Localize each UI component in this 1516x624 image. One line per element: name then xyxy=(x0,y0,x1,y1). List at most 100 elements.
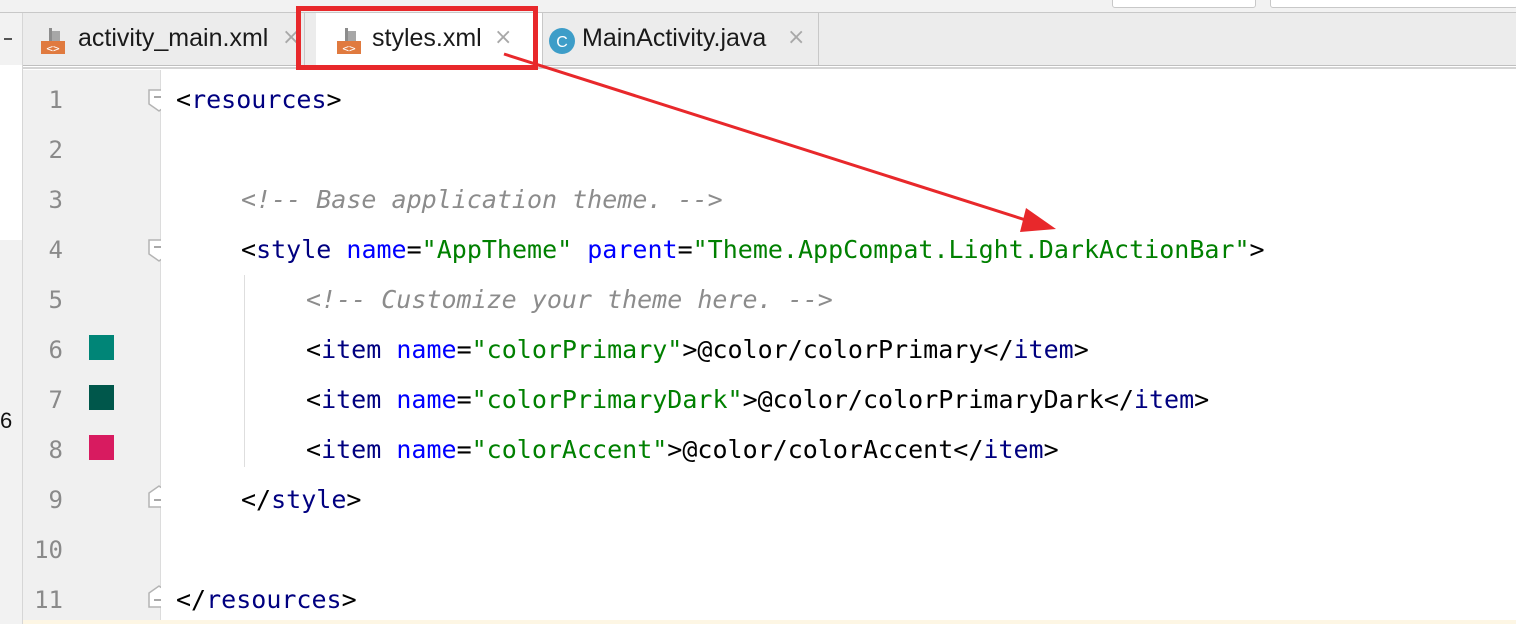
tag-name: resources xyxy=(191,85,327,114)
minimize-icon[interactable] xyxy=(4,38,12,40)
attribute-value: "colorAccent" xyxy=(471,435,668,464)
editor-gutter: 1 2 3 4 5 6 7 8 9 10 11 xyxy=(23,70,170,624)
xml-file-icon: <> xyxy=(41,28,65,55)
tag-name: item xyxy=(1013,335,1074,364)
panel-header xyxy=(0,13,22,65)
tab-label: MainActivity.java xyxy=(582,24,767,52)
top-toolbar-strip xyxy=(0,0,1516,13)
line-number: 1 xyxy=(48,86,63,114)
bracket: > xyxy=(326,85,342,114)
line-number: 10 xyxy=(34,536,63,564)
tab-main-activity-java[interactable]: C MainActivity.java × xyxy=(543,13,819,65)
tab-label: styles.xml xyxy=(372,24,482,52)
java-class-icon: C xyxy=(549,28,575,54)
bracket: < xyxy=(176,85,192,114)
tag-name: style xyxy=(256,235,332,264)
svg-text:<>: <> xyxy=(342,42,356,55)
bracket: > xyxy=(682,335,698,364)
close-icon[interactable]: × xyxy=(282,25,300,50)
bracket: < xyxy=(306,385,322,414)
tag-name: style xyxy=(271,485,347,514)
code-line-7: <item name="colorPrimaryDark">@color/col… xyxy=(306,385,1209,415)
bracket: > xyxy=(1194,385,1210,414)
attribute-name: parent xyxy=(587,235,678,264)
attribute-value: "colorPrimary" xyxy=(471,335,683,364)
bracket: > xyxy=(346,485,362,514)
equals: = xyxy=(677,235,693,264)
tab-styles-xml[interactable]: <> styles.xml × xyxy=(316,13,543,65)
code-line-9: </style> xyxy=(241,485,361,515)
bracket: </ xyxy=(176,585,207,614)
bracket: > xyxy=(742,385,758,414)
color-swatch-primary-dark[interactable] xyxy=(89,385,114,410)
editor-tab-bar: <> activity_main.xml × <> styles.xml × C… xyxy=(23,13,1516,66)
attribute-name: name xyxy=(396,385,457,414)
bracket: > xyxy=(1043,435,1059,464)
attribute-name: name xyxy=(396,335,457,364)
line-number: 5 xyxy=(48,286,63,314)
line-number: 2 xyxy=(48,136,63,164)
tab-activity-main-xml[interactable]: <> activity_main.xml × xyxy=(23,13,305,65)
comment: <!-- Base application theme. --> xyxy=(241,185,723,214)
left-tool-panel: 6 xyxy=(0,13,23,624)
color-swatch-accent[interactable] xyxy=(89,435,114,460)
tag-name: resources xyxy=(206,585,342,614)
toolbar-button[interactable] xyxy=(1270,0,1516,8)
bracket: </ xyxy=(241,485,272,514)
bracket: </ xyxy=(983,335,1014,364)
tab-bar-divider xyxy=(23,67,1516,69)
line-number: 4 xyxy=(48,236,63,264)
equals: = xyxy=(406,235,422,264)
code-line-4: <style name="AppTheme" parent="Theme.App… xyxy=(241,235,1265,265)
tag-name: item xyxy=(321,385,382,414)
bracket: </ xyxy=(953,435,984,464)
bracket: </ xyxy=(1103,385,1134,414)
line-number: 3 xyxy=(48,186,63,214)
code-line-1: <resources> xyxy=(176,85,342,115)
line-number: 9 xyxy=(48,486,63,514)
attribute-value: "Theme.AppCompat.Light.DarkActionBar" xyxy=(692,235,1250,264)
color-swatch-primary[interactable] xyxy=(89,335,114,360)
comment: <!-- Customize your theme here. --> xyxy=(306,285,833,314)
line-number: 11 xyxy=(34,586,63,614)
svg-text:<>: <> xyxy=(46,42,60,55)
attribute-value: "colorPrimaryDark" xyxy=(471,385,743,414)
bracket: < xyxy=(306,435,322,464)
attribute-value: "AppTheme" xyxy=(421,235,573,264)
toolbar-button[interactable] xyxy=(1112,0,1256,8)
equals: = xyxy=(456,335,472,364)
code-line-5: <!-- Customize your theme here. --> xyxy=(306,285,833,315)
code-line-3: <!-- Base application theme. --> xyxy=(241,185,723,215)
line-number: 6 xyxy=(48,336,63,364)
status-strip xyxy=(23,620,1516,624)
tag-name: item xyxy=(321,435,382,464)
tab-label: activity_main.xml xyxy=(78,24,269,52)
bracket: > xyxy=(667,435,683,464)
xml-file-icon: <> xyxy=(337,28,361,55)
equals: = xyxy=(456,385,472,414)
element-text: @color/colorPrimaryDark xyxy=(757,385,1104,414)
attribute-name: name xyxy=(346,235,407,264)
tag-name: item xyxy=(321,335,382,364)
code-line-11: </resources> xyxy=(176,585,357,615)
code-line-6: <item name="colorPrimary">@color/colorPr… xyxy=(306,335,1089,365)
equals: = xyxy=(456,435,472,464)
close-icon[interactable]: × xyxy=(787,25,805,50)
close-icon[interactable]: × xyxy=(494,25,512,50)
bracket: < xyxy=(241,235,257,264)
bracket: < xyxy=(306,335,322,364)
panel-content: 6 xyxy=(0,240,22,624)
tag-name: item xyxy=(983,435,1044,464)
element-text: @color/colorPrimary xyxy=(697,335,984,364)
bracket: > xyxy=(341,585,357,614)
panel-count-text: 6 xyxy=(0,408,13,433)
element-text: @color/colorAccent xyxy=(682,435,954,464)
code-line-8: <item name="colorAccent">@color/colorAcc… xyxy=(306,435,1059,465)
line-number: 7 xyxy=(48,386,63,414)
code-editor[interactable]: <resources> <!-- Base application theme.… xyxy=(161,70,1516,624)
attribute-name: name xyxy=(396,435,457,464)
class-icon-letter: C xyxy=(556,34,568,51)
line-number: 8 xyxy=(48,436,63,464)
bracket: > xyxy=(1073,335,1089,364)
indent-guide xyxy=(244,275,245,467)
